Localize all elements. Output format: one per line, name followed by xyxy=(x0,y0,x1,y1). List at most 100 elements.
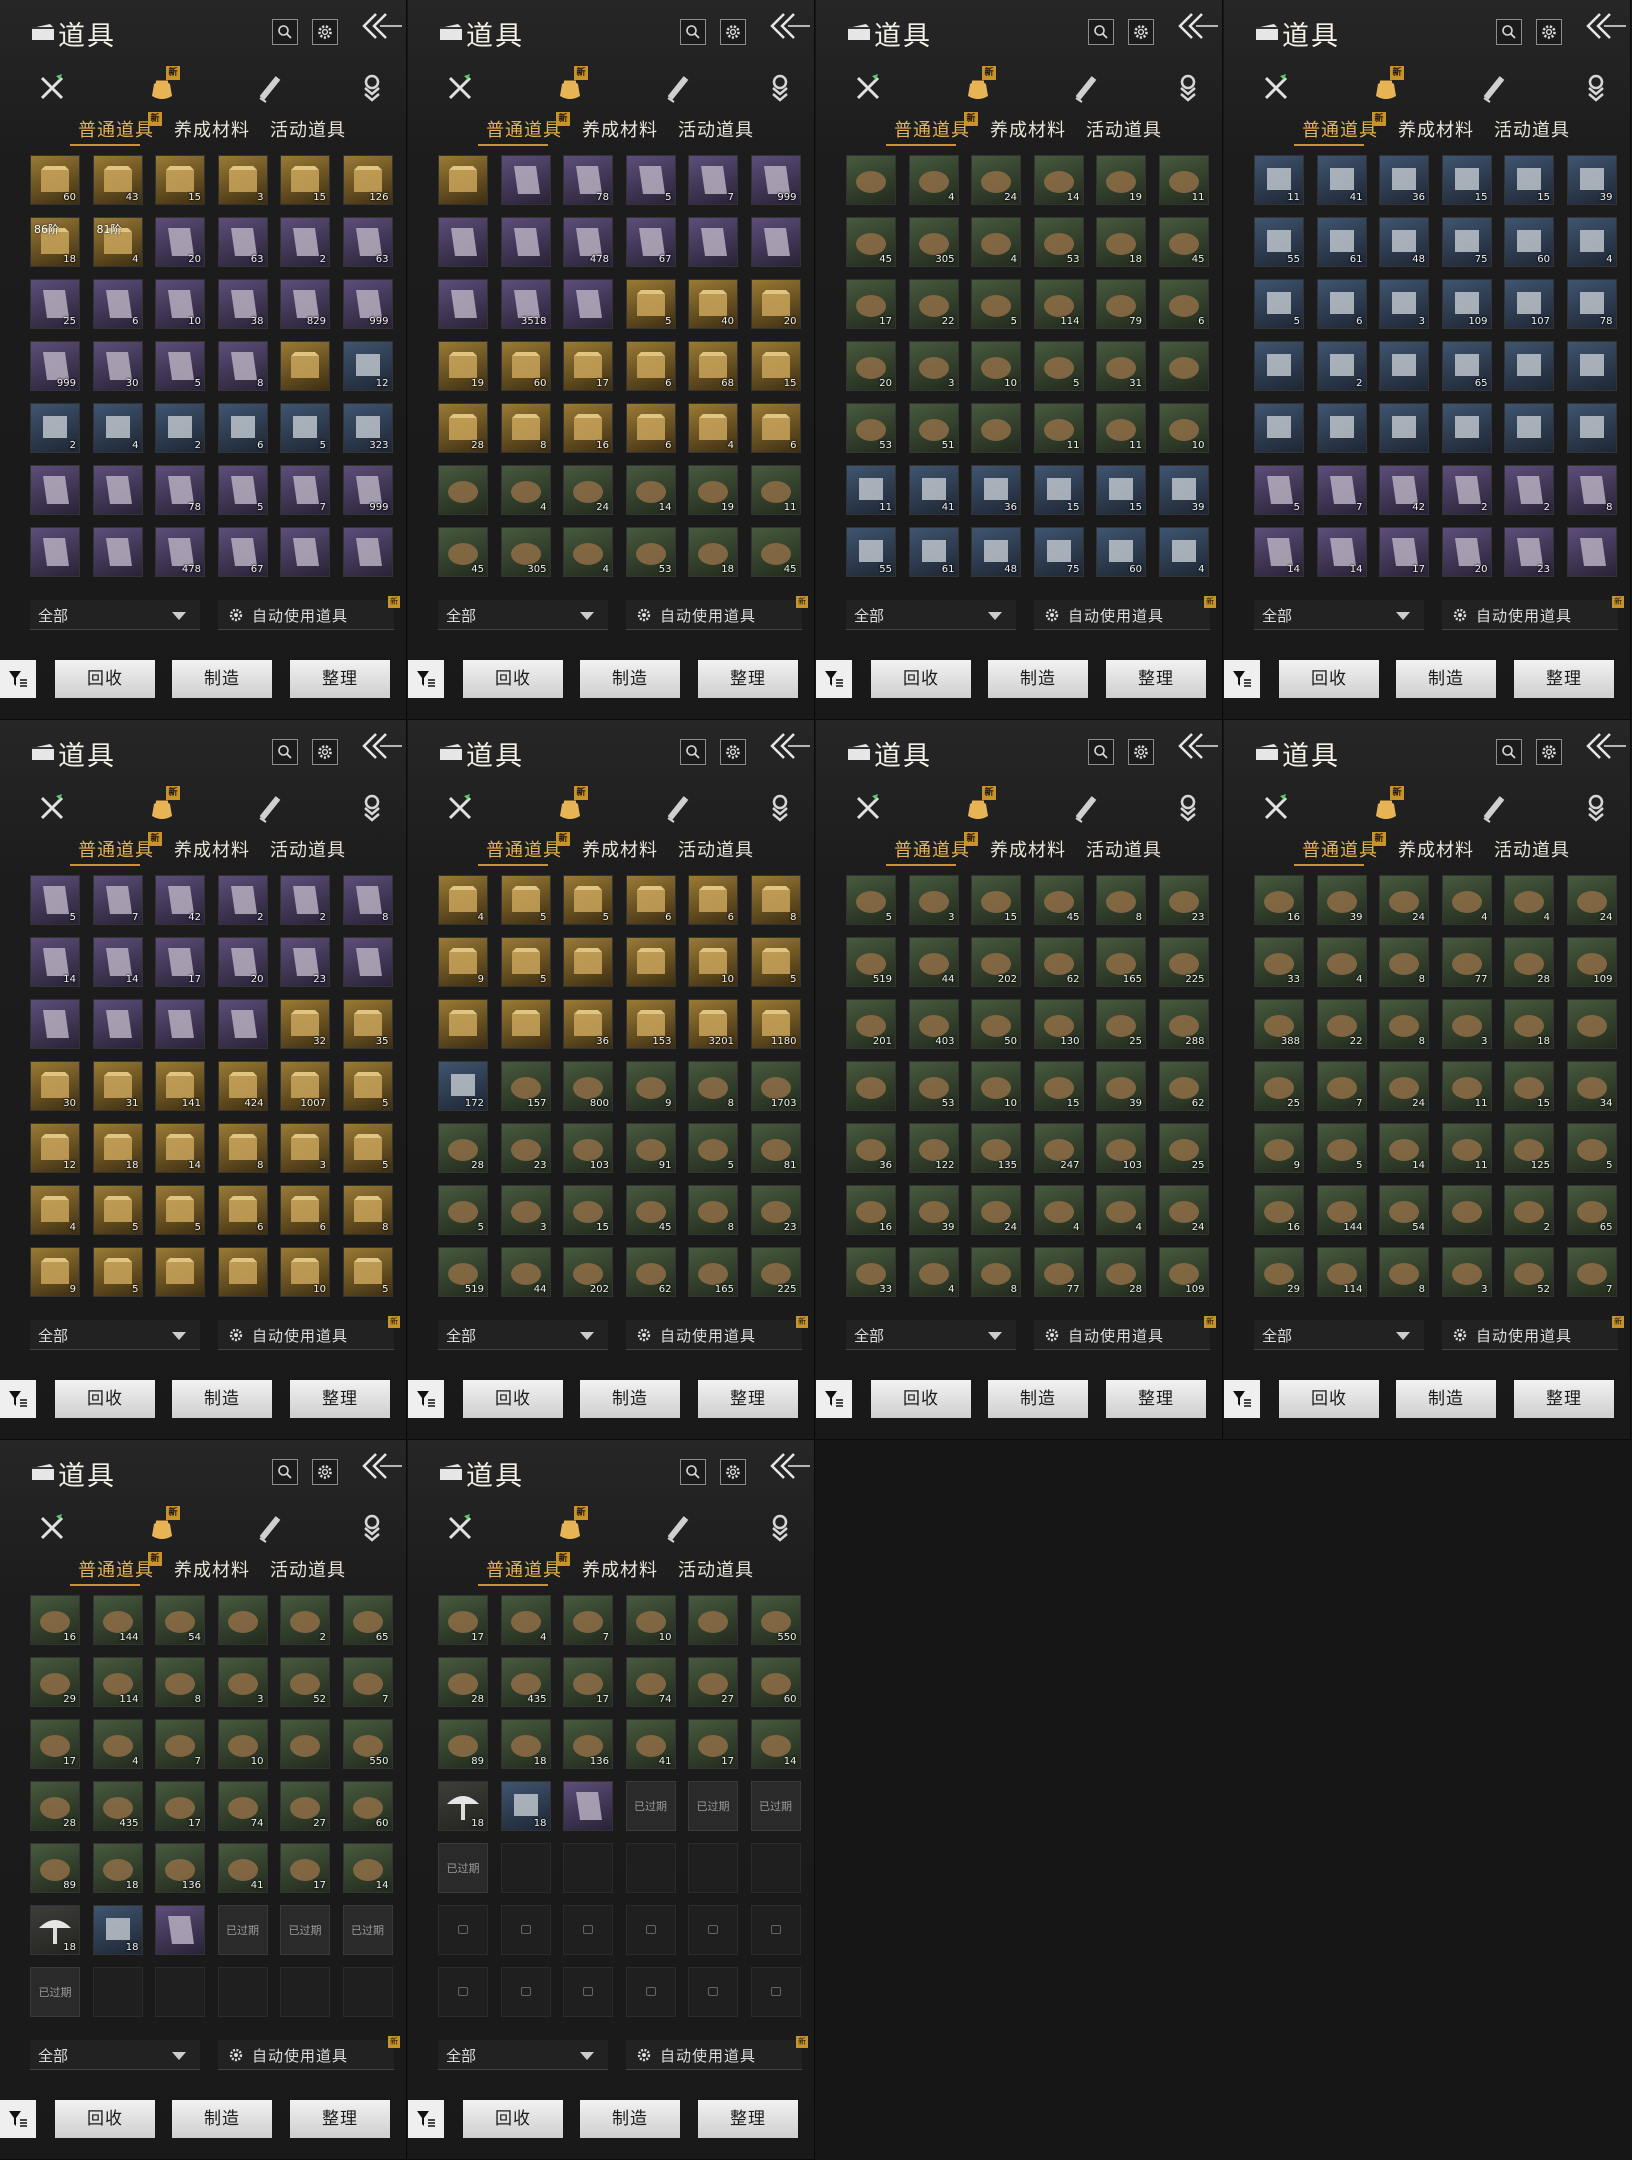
category-gem[interactable] xyxy=(1578,70,1614,106)
tab-materials[interactable]: 养成材料 xyxy=(1398,116,1474,142)
item-slot[interactable]: 16 xyxy=(30,1595,80,1645)
collapse-back-icon[interactable] xyxy=(768,10,812,42)
item-slot[interactable] xyxy=(1566,341,1617,391)
item-slot[interactable]: 5 xyxy=(750,937,801,987)
item-slot[interactable]: 45 xyxy=(438,527,488,577)
auto-use-toggle[interactable]: 自动使用道具 xyxy=(218,600,394,630)
item-slot[interactable]: 1007 xyxy=(280,1061,330,1111)
category-scroll[interactable] xyxy=(252,1510,288,1546)
item-slot[interactable]: 24 xyxy=(1379,875,1429,925)
item-slot[interactable]: 42 xyxy=(155,875,205,925)
recycle-button[interactable]: 回收 xyxy=(463,660,563,698)
item-slot[interactable]: 14 xyxy=(1033,155,1084,205)
item-slot[interactable]: 4 xyxy=(1158,527,1209,577)
item-slot[interactable]: 20 xyxy=(1441,527,1492,577)
item-slot[interactable]: 19 xyxy=(688,465,738,515)
item-slot[interactable]: 519 xyxy=(846,937,896,987)
item-slot[interactable]: 5 xyxy=(438,1185,488,1235)
item-slot[interactable]: 519 xyxy=(438,1247,488,1297)
locked-slot[interactable] xyxy=(438,1967,488,2017)
item-slot[interactable]: 53 xyxy=(1033,217,1084,267)
item-slot[interactable]: 4 xyxy=(908,1247,959,1297)
item-slot[interactable]: 5 xyxy=(342,1247,393,1297)
item-slot[interactable]: 44 xyxy=(500,1247,551,1297)
item-slot[interactable]: 55 xyxy=(846,527,896,577)
item-slot[interactable]: 8 xyxy=(342,1185,393,1235)
item-slot[interactable] xyxy=(280,1719,330,1769)
item-slot[interactable]: 5 xyxy=(1566,1123,1617,1173)
item-slot[interactable]: 4 xyxy=(438,875,488,925)
collapse-back-icon[interactable] xyxy=(768,1450,812,1482)
category-pouch[interactable]: 新 xyxy=(144,1506,180,1546)
item-slot[interactable]: 15 xyxy=(1096,465,1146,515)
item-slot[interactable] xyxy=(217,999,268,1049)
item-slot[interactable]: 5 xyxy=(217,465,268,515)
locked-slot[interactable] xyxy=(563,1905,613,1955)
item-slot[interactable]: 6 xyxy=(625,403,676,453)
item-slot[interactable]: 28 xyxy=(438,403,488,453)
item-slot[interactable] xyxy=(342,937,393,987)
item-slot[interactable]: 77 xyxy=(1441,937,1492,987)
item-slot[interactable]: 39 xyxy=(1158,465,1209,515)
item-slot[interactable]: 27 xyxy=(688,1657,738,1707)
item-slot[interactable]: 60 xyxy=(342,1781,393,1831)
item-slot[interactable] xyxy=(92,527,143,577)
tab-materials[interactable]: 养成材料 xyxy=(582,836,658,862)
settings-button[interactable] xyxy=(1536,739,1562,765)
item-slot[interactable]: 9 xyxy=(30,1247,80,1297)
search-button[interactable] xyxy=(1088,739,1114,765)
item-slot[interactable]: 9 xyxy=(1254,1123,1304,1173)
item-slot[interactable]: 36 xyxy=(846,1123,896,1173)
item-slot[interactable]: 20 xyxy=(155,217,205,267)
item-slot[interactable]: 65 xyxy=(342,1595,393,1645)
item-slot[interactable]: 60 xyxy=(1096,527,1146,577)
item-slot[interactable]: 3 xyxy=(217,1657,268,1707)
item-slot[interactable]: 31 xyxy=(1096,341,1146,391)
item-slot[interactable]: 5 xyxy=(500,875,551,925)
item-slot[interactable] xyxy=(971,403,1021,453)
item-slot[interactable]: 19 xyxy=(438,341,488,391)
item-slot[interactable] xyxy=(1566,527,1617,577)
expired-item-slot[interactable]: 已过期 xyxy=(342,1905,393,1955)
item-slot[interactable]: 17 xyxy=(563,341,613,391)
item-slot[interactable]: 10 xyxy=(971,341,1021,391)
item-slot[interactable]: 14 xyxy=(92,937,143,987)
category-pouch[interactable]: 新 xyxy=(1368,786,1404,826)
item-slot[interactable]: 11 xyxy=(1441,1123,1492,1173)
item-slot[interactable]: 7 xyxy=(155,1719,205,1769)
item-slot[interactable] xyxy=(688,1595,738,1645)
item-slot[interactable]: 77 xyxy=(1033,1247,1084,1297)
tab-event-items[interactable]: 活动道具 xyxy=(678,836,754,862)
item-slot[interactable]: 5 xyxy=(1254,279,1304,329)
item-slot[interactable]: 53 xyxy=(846,403,896,453)
item-slot[interactable]: 141 xyxy=(155,1061,205,1111)
item-slot[interactable]: 2 xyxy=(1504,465,1554,515)
category-weapon[interactable] xyxy=(442,1510,478,1546)
item-slot[interactable]: 48 xyxy=(971,527,1021,577)
item-slot[interactable]: 30 xyxy=(92,341,143,391)
item-slot[interactable]: 14 xyxy=(750,1719,801,1769)
expired-item-slot[interactable]: 已过期 xyxy=(217,1905,268,1955)
sort-button[interactable]: 整理 xyxy=(698,660,798,698)
recycle-button[interactable]: 回收 xyxy=(463,2100,563,2138)
item-slot[interactable] xyxy=(155,1905,205,1955)
item-slot[interactable]: 18 xyxy=(30,1905,80,1955)
settings-button[interactable] xyxy=(720,19,746,45)
item-slot[interactable]: 41 xyxy=(625,1719,676,1769)
item-slot[interactable]: 34 xyxy=(1566,1061,1617,1111)
item-slot[interactable]: 51 xyxy=(908,403,959,453)
tab-event-items[interactable]: 活动道具 xyxy=(678,1556,754,1582)
item-slot[interactable]: 7 xyxy=(92,875,143,925)
settings-button[interactable] xyxy=(1128,19,1154,45)
item-slot[interactable]: 2 xyxy=(280,1595,330,1645)
item-slot[interactable]: 999 xyxy=(342,465,393,515)
auto-use-toggle[interactable]: 自动使用道具 xyxy=(218,2040,394,2070)
item-slot[interactable]: 109 xyxy=(1158,1247,1209,1297)
item-slot[interactable]: 18 xyxy=(438,1781,488,1831)
search-button[interactable] xyxy=(272,1459,298,1485)
item-slot[interactable]: 16 xyxy=(563,403,613,453)
craft-button[interactable]: 制造 xyxy=(1396,1380,1496,1418)
item-slot[interactable] xyxy=(92,465,143,515)
item-slot[interactable]: 41 xyxy=(1316,155,1367,205)
item-slot[interactable]: 45 xyxy=(1033,875,1084,925)
